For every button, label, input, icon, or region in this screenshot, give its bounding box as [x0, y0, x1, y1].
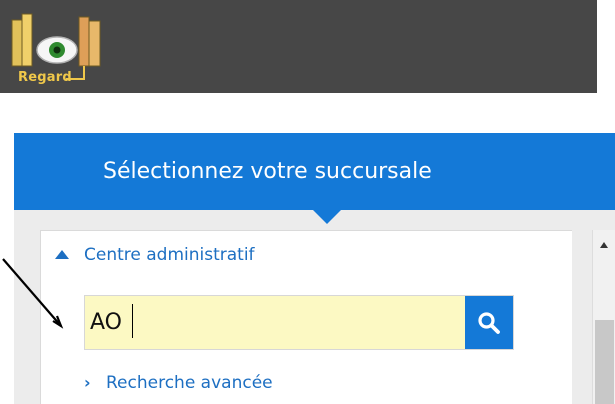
annotation-arrow-icon	[2, 258, 64, 329]
branch-search-box	[84, 295, 514, 350]
recherche-avancee-label: Recherche avancée	[106, 373, 273, 393]
centre-administratif-link[interactable]: Centre administratif	[84, 241, 255, 269]
page: Regard Sélectionnez votre succursale Cen…	[0, 0, 615, 404]
vertical-scrollbar[interactable]	[592, 230, 615, 404]
recherche-avancee-link[interactable]: › Recherche avancée	[84, 369, 273, 397]
panel-header: Sélectionnez votre succursale	[14, 133, 615, 210]
logo-text: Regard	[18, 70, 72, 85]
panel-header-notch	[312, 209, 342, 224]
search-button[interactable]	[465, 296, 513, 349]
scroll-thumb[interactable]	[595, 320, 614, 404]
branch-search-input[interactable]	[85, 296, 465, 349]
scroll-up-icon[interactable]	[600, 242, 608, 248]
search-icon	[478, 311, 500, 334]
chevron-right-icon: ›	[84, 373, 91, 392]
panel-title: Sélectionnez votre succursale	[103, 159, 432, 184]
